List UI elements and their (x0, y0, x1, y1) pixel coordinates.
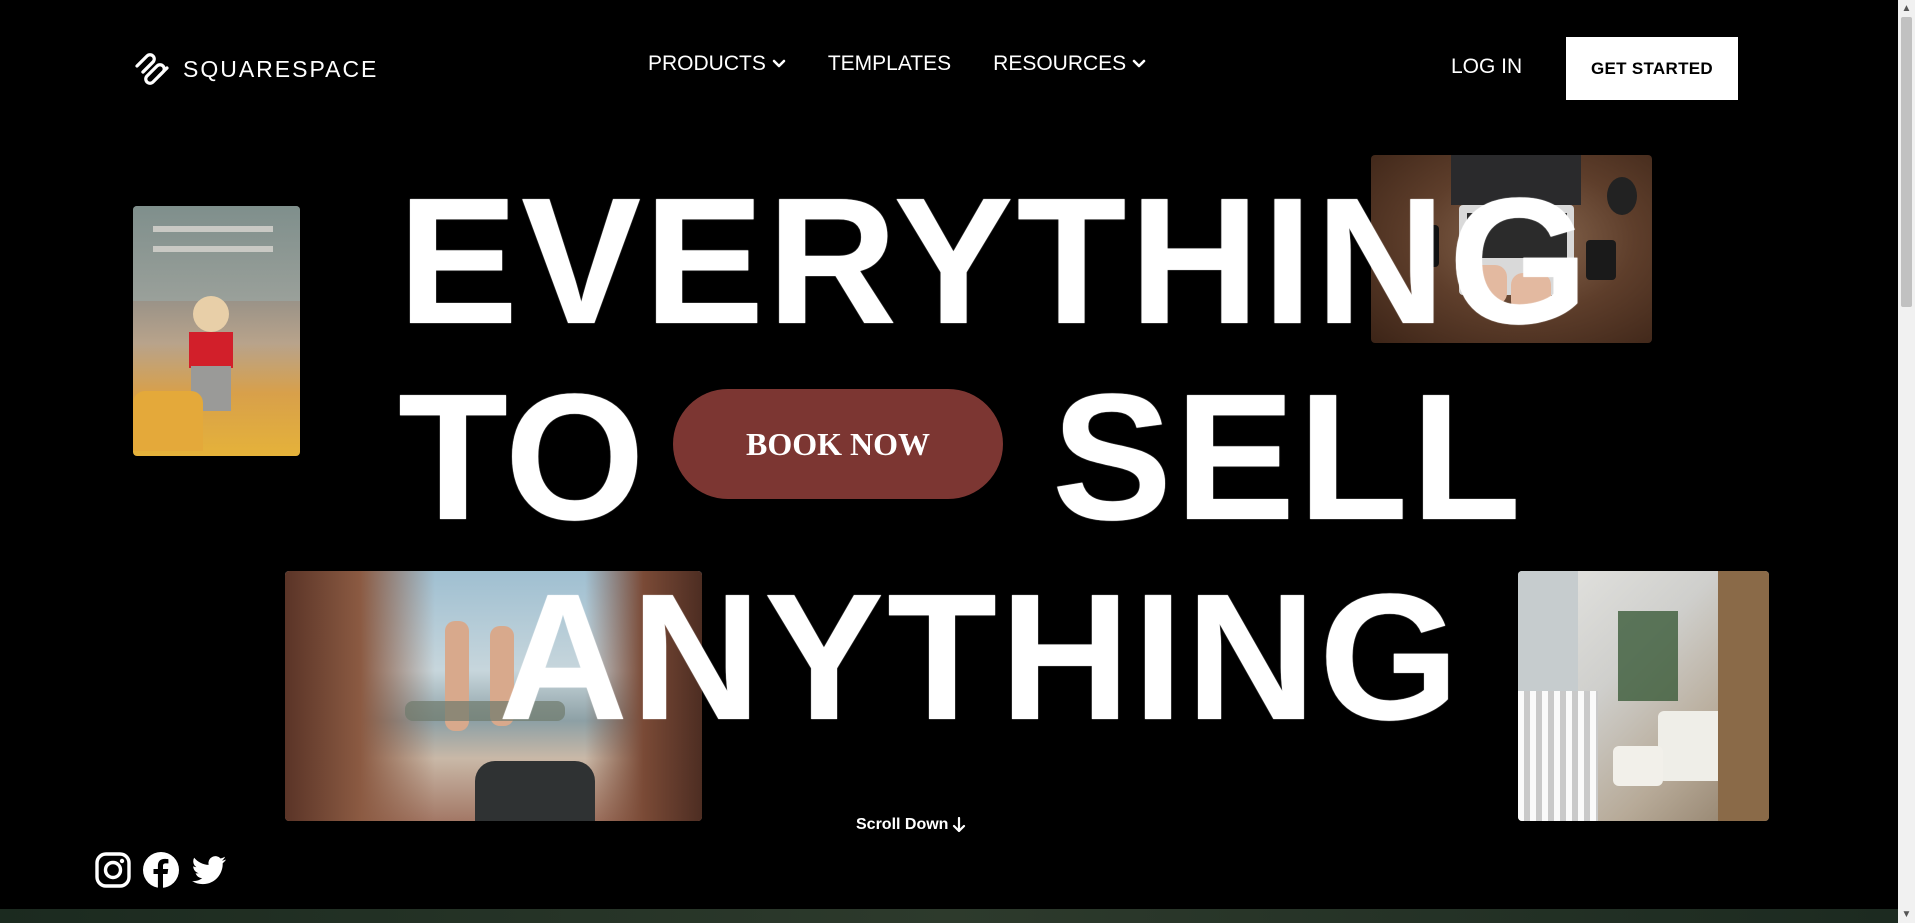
hero-line-to: TO (398, 357, 645, 558)
instagram-icon[interactable] (94, 851, 132, 889)
nav-products[interactable]: PRODUCTS (648, 52, 786, 76)
scroll-thumb[interactable] (1901, 17, 1912, 307)
arrow-down-icon (953, 817, 966, 833)
scroll-down-arrow-icon[interactable]: ▼ (1898, 906, 1915, 923)
nav-resources[interactable]: RESOURCES (993, 52, 1146, 76)
scroll-up-arrow-icon[interactable]: ▲ (1898, 0, 1915, 17)
scroll-down-link[interactable]: Scroll Down (856, 816, 966, 834)
hero-line-everything: EVERYTHING (398, 161, 1592, 362)
brand-logo[interactable]: SQUARESPACE (133, 52, 378, 86)
social-links (94, 851, 228, 889)
nav-resources-label: RESOURCES (993, 52, 1127, 75)
twitter-icon[interactable] (190, 851, 228, 889)
page-scrollbar[interactable]: ▲ ▼ (1898, 0, 1915, 923)
chevron-down-icon (772, 59, 786, 68)
facebook-icon[interactable] (142, 851, 180, 889)
balcony-interior-photo (1518, 571, 1769, 821)
nav-templates-label: TEMPLATES (827, 52, 952, 75)
brand-name: SQUARESPACE (183, 55, 379, 82)
book-now-button[interactable]: BOOK NOW (673, 389, 1003, 499)
scroll-down-label: Scroll Down (856, 816, 949, 833)
hero-line-sell: SELL (1052, 357, 1525, 558)
get-started-button[interactable]: GET STARTED (1566, 37, 1738, 100)
squarespace-logo-icon (135, 53, 169, 85)
woman-street-photo (133, 206, 300, 456)
chevron-down-icon (1132, 59, 1146, 68)
taskbar-strip (0, 909, 1898, 923)
nav-templates[interactable]: TEMPLATES (828, 52, 951, 76)
landing-page: SQUARESPACE PRODUCTS TEMPLATES RESOURCES… (0, 0, 1915, 923)
hero-line-anything: ANYTHING (498, 557, 1462, 758)
nav-products-label: PRODUCTS (648, 52, 766, 75)
login-link[interactable]: LOG IN (1451, 55, 1522, 79)
main-nav: PRODUCTS TEMPLATES RESOURCES (648, 52, 1146, 76)
